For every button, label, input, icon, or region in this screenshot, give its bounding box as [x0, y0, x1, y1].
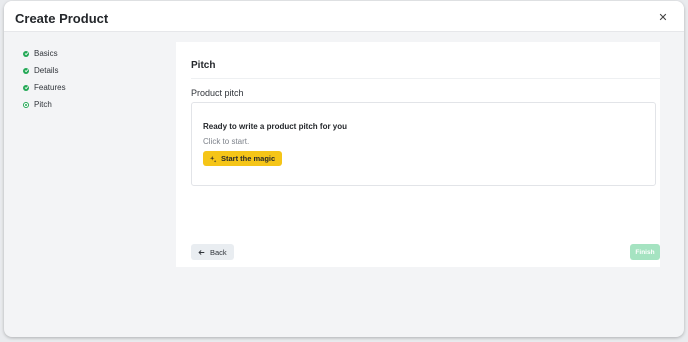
step-details[interactable]: Details — [23, 62, 66, 79]
modal-header: Create Product ✕ — [4, 1, 684, 32]
step-list: Basics Details Features Pitch — [23, 45, 66, 113]
check-circle-icon — [23, 67, 29, 74]
step-label: Features — [34, 83, 66, 92]
product-pitch-box: Ready to write a product pitch for you C… — [191, 102, 656, 186]
close-icon: ✕ — [658, 11, 668, 24]
modal-title: Create Product — [15, 11, 109, 26]
divider — [191, 78, 660, 79]
step-label: Details — [34, 66, 59, 75]
step-pitch[interactable]: Pitch — [23, 96, 66, 113]
panel-title: Pitch — [191, 60, 216, 71]
product-pitch-label: Product pitch — [191, 88, 244, 98]
pitch-panel: Pitch Product pitch Ready to write a pro… — [176, 42, 660, 267]
step-label: Basics — [34, 49, 58, 58]
check-circle-icon — [23, 50, 29, 57]
arrow-left-icon — [198, 249, 205, 256]
pitch-subtext: Click to start. — [203, 137, 250, 146]
finish-button[interactable]: Finish — [630, 244, 660, 260]
finish-label: Finish — [635, 248, 655, 256]
step-label: Pitch — [34, 100, 52, 109]
start-magic-button[interactable]: Start the magic — [203, 151, 283, 166]
create-product-modal: Create Product ✕ Basics Details Features… — [4, 1, 684, 337]
back-label: Back — [210, 247, 227, 257]
back-button[interactable]: Back — [191, 244, 234, 260]
close-button[interactable]: ✕ — [656, 10, 670, 24]
pitch-heading: Ready to write a product pitch for you — [203, 122, 348, 131]
check-circle-icon — [23, 84, 29, 91]
sparkle-icon — [209, 155, 217, 163]
current-step-icon — [23, 101, 29, 108]
step-basics[interactable]: Basics — [23, 45, 66, 62]
step-features[interactable]: Features — [23, 79, 66, 96]
start-magic-label: Start the magic — [221, 154, 276, 163]
